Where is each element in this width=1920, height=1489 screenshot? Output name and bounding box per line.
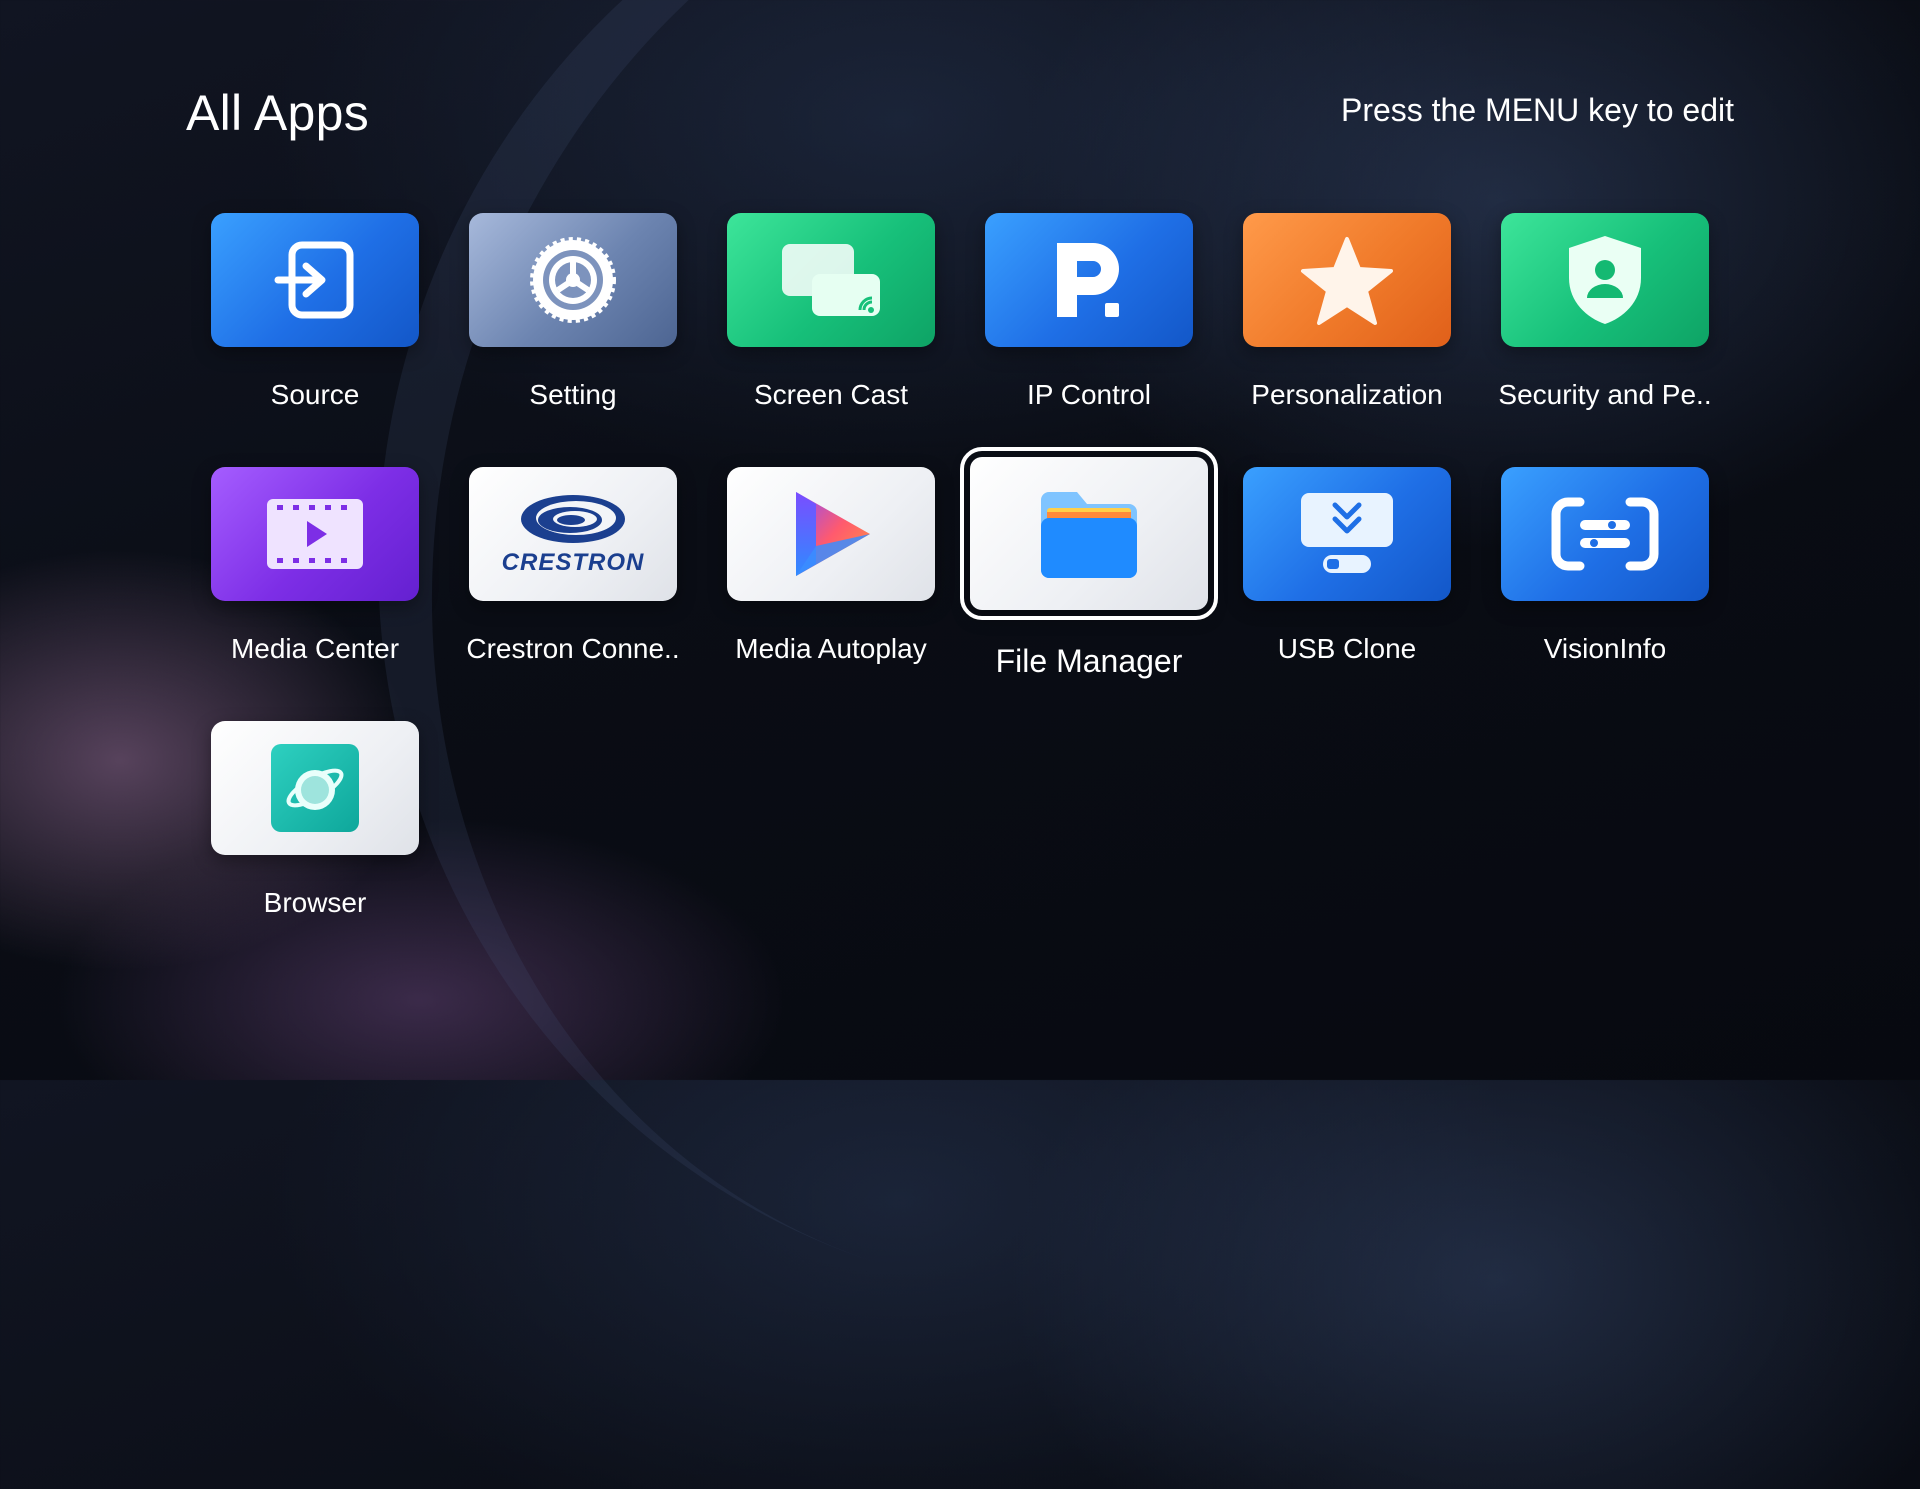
app-card-browser[interactable] (211, 721, 419, 855)
app-card-screen-cast[interactable] (727, 213, 935, 347)
app-card-vision-info[interactable] (1501, 467, 1709, 601)
app-card-setting[interactable] (469, 213, 677, 347)
app-tile-media-autoplay[interactable]: Media Autoplay (727, 467, 935, 721)
app-card-security[interactable] (1501, 213, 1709, 347)
app-tile-setting[interactable]: Setting (469, 213, 677, 467)
app-card-source[interactable] (211, 213, 419, 347)
usb-clone-icon (1297, 489, 1397, 579)
app-card-personalization[interactable] (1243, 213, 1451, 347)
app-label: Media Autoplay (735, 633, 927, 664)
app-label: Browser (263, 887, 367, 918)
app-tile-browser[interactable]: Browser (211, 721, 419, 975)
app-label: File Manager (995, 643, 1183, 679)
app-card-media-autoplay[interactable] (727, 467, 935, 601)
app-tile-source[interactable]: Source (211, 213, 419, 467)
video-film-icon (265, 497, 365, 571)
star-icon (1299, 235, 1395, 325)
browser-globe-icon (269, 742, 361, 834)
app-card-usb-clone[interactable] (1243, 467, 1451, 601)
app-label: Setting (529, 379, 617, 410)
app-tile-ip-control[interactable]: IP Control (985, 213, 1193, 467)
app-label: Media Center (230, 633, 400, 664)
shield-user-icon (1563, 232, 1647, 328)
app-tile-file-manager[interactable]: File Manager (960, 447, 1218, 721)
folder-icon (1037, 486, 1141, 582)
source-input-icon (272, 237, 358, 323)
app-card-media-center[interactable] (211, 467, 419, 601)
app-card-crestron[interactable]: CRESTRON (469, 467, 677, 601)
crestron-logo-icon: CRESTRON (502, 491, 645, 577)
app-tile-security[interactable]: Security and Pe.. (1498, 213, 1712, 467)
app-tile-media-center[interactable]: Media Center (211, 467, 419, 721)
vision-info-icon (1550, 496, 1660, 572)
page-title: All Apps (186, 85, 370, 141)
app-label: Personalization (1251, 379, 1443, 410)
app-label: IP Control (1027, 379, 1151, 410)
app-tile-screen-cast[interactable]: Screen Cast (727, 213, 935, 467)
crestron-wordmark: CRESTRON (501, 549, 645, 576)
app-grid: Source Setting Screen Cast IP Control Pe… (211, 213, 1712, 975)
app-card-file-manager[interactable] (960, 447, 1218, 620)
app-label: VisionInfo (1543, 633, 1667, 664)
screen-cast-icon (776, 240, 886, 320)
app-tile-personalization[interactable]: Personalization (1243, 213, 1451, 467)
app-label: USB Clone (1277, 633, 1417, 664)
app-tile-vision-info[interactable]: VisionInfo (1501, 467, 1709, 721)
ip-control-icon (1049, 237, 1129, 323)
app-tile-usb-clone[interactable]: USB Clone (1243, 467, 1451, 721)
app-label: Screen Cast (753, 379, 909, 410)
app-card-ip-control[interactable] (985, 213, 1193, 347)
app-label: Crestron Conne.. (466, 633, 680, 664)
gear-icon (525, 232, 621, 328)
play-icon (786, 486, 876, 582)
edit-hint: Press the MENU key to edit (1340, 92, 1734, 128)
app-label: Security and Pe.. (1498, 379, 1712, 410)
app-label: Source (270, 379, 360, 410)
app-tile-crestron[interactable]: CRESTRON Crestron Conne.. (466, 467, 680, 721)
